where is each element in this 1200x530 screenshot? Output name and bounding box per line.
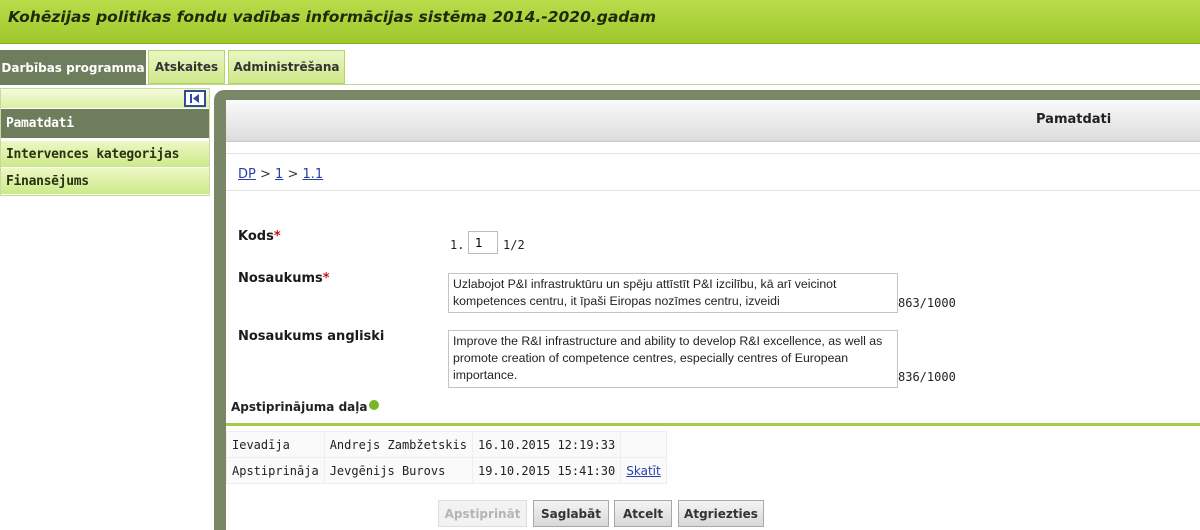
view-link[interactable]: Skatīt <box>626 464 660 478</box>
nosaukums-angliski-label: Nosaukums angliski <box>238 329 385 344</box>
required-mark: * <box>273 229 281 244</box>
approval-role: Ievadīja <box>226 431 325 458</box>
breadcrumb-1-1-link[interactable]: 1.1 <box>302 167 323 182</box>
approval-section-title: Apstiprinājuma daļa <box>231 400 368 414</box>
panel-title: Pamatdati <box>1036 112 1112 127</box>
content-panel: Pamatdati DP > 1 > 1.1 Kods* 1. 1/2 Nosa… <box>214 90 1200 530</box>
kods-suffix: 1/2 <box>503 238 525 252</box>
approval-person: Andrejs Zambžetskis <box>323 431 473 458</box>
nosaukums-angliski-char-counter: 836/1000 <box>898 370 956 384</box>
breadcrumb: DP > 1 > 1.1 <box>226 153 1200 191</box>
breadcrumb-separator: > <box>255 167 276 182</box>
info-icon[interactable] <box>369 400 379 410</box>
back-button[interactable]: Atgriezties <box>678 500 764 527</box>
app-title: Kohēzijas politikas fondu vadības inform… <box>8 8 657 26</box>
tab-atskaites[interactable]: Atskaites <box>148 50 225 84</box>
sidebar: Pamatdati Intervences kategorijas Finans… <box>0 88 210 196</box>
cancel-button[interactable]: Atcelt <box>614 500 672 527</box>
kods-label: Kods* <box>238 229 281 244</box>
sidebar-item-intervences-kategorijas[interactable]: Intervences kategorijas <box>1 141 209 167</box>
required-mark: * <box>322 271 330 286</box>
panel-header: Pamatdati <box>226 100 1200 142</box>
main-tabs: Darbības programma Atskaites Administrēš… <box>0 50 1200 85</box>
sidebar-item-finansejums[interactable]: Finansējums <box>1 168 209 194</box>
nosaukums-char-counter: 863/1000 <box>898 296 956 310</box>
kods-prefix: 1. <box>450 238 465 252</box>
approval-table: Ievadīja Andrejs Zambžetskis 16.10.2015 … <box>226 431 667 484</box>
content-panel-body: Pamatdati DP > 1 > 1.1 Kods* 1. 1/2 Nosa… <box>226 100 1200 530</box>
kods-label-text: Kods <box>238 229 274 244</box>
approval-action-cell <box>620 431 667 458</box>
approval-action-cell: Skatīt <box>620 457 667 484</box>
tab-darbibas-programma[interactable]: Darbības programma <box>0 50 146 85</box>
tab-administresana[interactable]: Administrēšana <box>228 50 345 84</box>
nosaukums-label: Nosaukums* <box>238 271 330 286</box>
nosaukums-label-text: Nosaukums <box>238 271 323 286</box>
sidebar-item-pamatdati[interactable]: Pamatdati <box>1 109 209 138</box>
save-button[interactable]: Saglabāt <box>533 500 609 527</box>
approval-role: Apstiprināja <box>226 457 325 484</box>
breadcrumb-dp-link[interactable]: DP <box>238 167 256 182</box>
table-row: Apstiprināja Jevgēnijs Burovs 19.10.2015… <box>226 457 667 484</box>
kods-input[interactable] <box>468 231 498 254</box>
nosaukums-angliski-textarea[interactable]: Improve the R&I infrastructure and abili… <box>448 330 898 388</box>
nosaukums-textarea[interactable]: Uzlabojot P&I infrastruktūru un spēju at… <box>448 273 898 313</box>
approval-datetime: 19.10.2015 15:41:30 <box>471 457 622 484</box>
approve-button[interactable]: Apstiprināt <box>438 500 527 527</box>
approval-person: Jevgēnijs Burovs <box>323 457 473 484</box>
app-banner: Kohēzijas politikas fondu vadības inform… <box>0 0 1200 44</box>
table-row: Ievadīja Andrejs Zambžetskis 16.10.2015 … <box>226 431 667 458</box>
collapse-left-icon[interactable] <box>184 90 206 107</box>
breadcrumb-separator: > <box>283 167 303 182</box>
approval-divider <box>226 423 1200 426</box>
sidebar-header <box>1 89 209 108</box>
approval-datetime: 16.10.2015 12:19:33 <box>471 431 622 458</box>
